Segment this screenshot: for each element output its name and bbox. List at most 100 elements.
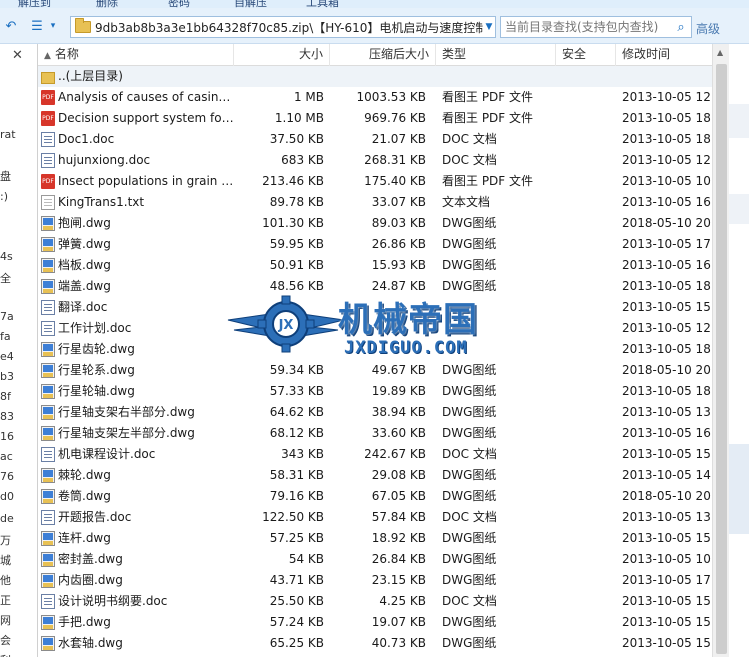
delete-button[interactable]: 删除 bbox=[96, 0, 118, 8]
view-list-icon[interactable]: ☰ bbox=[26, 16, 48, 36]
file-type: DOC 文档 bbox=[442, 153, 497, 167]
file-row[interactable]: 卷筒.dwg 79.16 KB 67.05 KB DWG图纸 2018-05-10 20… bbox=[38, 486, 712, 507]
file-security bbox=[556, 612, 616, 633]
search-input[interactable] bbox=[505, 20, 671, 34]
advanced-search-link[interactable]: 高级 bbox=[696, 20, 720, 37]
file-row[interactable]: 行星齿轮.dwg 2013-10-05 18: bbox=[38, 339, 712, 360]
file-row[interactable]: 弹簧.dwg 59.95 KB 26.86 KB DWG图纸 2013-10-05 17… bbox=[38, 234, 712, 255]
file-modified: 2013-10-05 18: bbox=[622, 342, 712, 356]
tree-item[interactable]: 城 bbox=[0, 552, 11, 568]
file-row[interactable]: Insect populations in grain r... 213.46 K… bbox=[38, 171, 712, 192]
file-row[interactable]: hujunxiong.doc 683 KB 268.31 KB DOC 文档 2013-… bbox=[38, 150, 712, 171]
folder-icon bbox=[75, 18, 91, 33]
column-header-security[interactable]: 安全 bbox=[556, 44, 616, 66]
file-row[interactable]: Decision support system for... 1.10 MB 969… bbox=[38, 108, 712, 129]
column-header-name[interactable]: ▲ 名称 bbox=[38, 44, 234, 66]
file-row[interactable]: 手把.dwg 57.24 KB 19.07 KB DWG图纸 2013-10-05 15… bbox=[38, 612, 712, 633]
tree-item[interactable]: 盘 bbox=[0, 168, 11, 184]
file-row[interactable]: 档板.dwg 50.91 KB 15.93 KB DWG图纸 2013-10-05 16… bbox=[38, 255, 712, 276]
tree-item[interactable]: 4s bbox=[0, 250, 13, 263]
tree-item[interactable]: 正 bbox=[0, 592, 11, 608]
close-icon[interactable]: ✕ bbox=[12, 48, 23, 63]
scrollbar-thumb[interactable] bbox=[716, 64, 727, 654]
tree-item[interactable]: 16 bbox=[0, 430, 14, 443]
file-row[interactable]: KingTrans1.txt 89.78 KB 33.07 KB 文本文档 2013-1… bbox=[38, 192, 712, 213]
file-row[interactable]: 行星轴支架右半部分.dwg 64.62 KB 38.94 KB DWG图纸 2013-1… bbox=[38, 402, 712, 423]
file-row[interactable]: 设计说明书纲要.doc 25.50 KB 4.25 KB DOC 文档 2013-10-… bbox=[38, 591, 712, 612]
file-size: 57.33 KB bbox=[269, 384, 324, 398]
tree-item[interactable]: de bbox=[0, 512, 14, 525]
file-size: 43.71 KB bbox=[269, 573, 324, 587]
file-row[interactable]: 翻译.doc 2013-10-05 15: bbox=[38, 297, 712, 318]
file-compressed-size: 38.94 KB bbox=[371, 405, 426, 419]
tree-item[interactable]: 全 bbox=[0, 270, 11, 286]
tree-item[interactable]: fa bbox=[0, 330, 11, 343]
file-row[interactable]: 连杆.dwg 57.25 KB 18.92 KB DWG图纸 2013-10-05 15… bbox=[38, 528, 712, 549]
file-security bbox=[556, 234, 616, 255]
tree-item[interactable]: e4 bbox=[0, 350, 14, 363]
file-row[interactable]: 抱闸.dwg 101.30 KB 89.03 KB DWG图纸 2018-05-10 2… bbox=[38, 213, 712, 234]
file-size: 58.31 KB bbox=[269, 468, 324, 482]
extract-to-button[interactable]: 解压到 bbox=[18, 0, 51, 8]
file-security bbox=[556, 255, 616, 276]
doc-file-icon bbox=[41, 153, 55, 168]
file-name: 密封盖.dwg bbox=[58, 552, 123, 566]
file-row[interactable]: 内齿圈.dwg 43.71 KB 23.15 KB DWG图纸 2013-10-05 1… bbox=[38, 570, 712, 591]
address-field[interactable]: 9db3ab8b3a3e1bb64328f70c85.zip\【HY-610】电… bbox=[70, 16, 496, 38]
column-header-row: ▲ 名称 大小 压缩后大小 类型 安全 修改时间 bbox=[38, 44, 712, 66]
file-row[interactable]: Doc1.doc 37.50 KB 21.07 KB DOC 文档 2013-10-05… bbox=[38, 129, 712, 150]
parent-directory-row[interactable]: ..(上层目录) bbox=[38, 66, 712, 87]
column-header-size[interactable]: 大小 bbox=[234, 44, 330, 66]
column-header-modified[interactable]: 修改时间 bbox=[616, 44, 712, 66]
column-header-compressed[interactable]: 压缩后大小 bbox=[330, 44, 436, 66]
file-modified: 2013-10-05 12: bbox=[622, 153, 712, 167]
tree-item[interactable]: 会 bbox=[0, 632, 11, 648]
tree-item[interactable]: 83 bbox=[0, 410, 14, 423]
tree-item[interactable]: rat bbox=[0, 128, 16, 141]
chevron-down-icon[interactable]: ▾ bbox=[46, 16, 60, 36]
file-compressed-size: 18.92 KB bbox=[371, 531, 426, 545]
file-row[interactable]: 工作计划.doc 2013-10-05 12: bbox=[38, 318, 712, 339]
file-security bbox=[556, 507, 616, 528]
tree-item[interactable]: 网 bbox=[0, 612, 11, 628]
file-security bbox=[556, 318, 616, 339]
file-row[interactable]: 行星轮轴.dwg 57.33 KB 19.89 KB DWG图纸 2013-10-05 … bbox=[38, 381, 712, 402]
file-name: Analysis of causes of casing... bbox=[58, 90, 234, 104]
column-header-type[interactable]: 类型 bbox=[436, 44, 556, 66]
scroll-up-icon[interactable]: ▲ bbox=[717, 48, 723, 57]
file-row[interactable]: 开题报告.doc 122.50 KB 57.84 KB DOC 文档 2013-10-0… bbox=[38, 507, 712, 528]
toolbox-button[interactable]: 工具箱 bbox=[306, 0, 339, 8]
tree-item[interactable]: d0 bbox=[0, 490, 14, 503]
tree-item[interactable]: :) bbox=[0, 190, 8, 203]
background-window-item bbox=[729, 104, 749, 138]
address-dropdown-icon[interactable]: ▼ bbox=[483, 22, 495, 32]
file-type: DWG图纸 bbox=[442, 615, 497, 629]
vertical-scrollbar[interactable]: ▲ bbox=[712, 44, 729, 657]
back-arrow-icon[interactable]: ↶ bbox=[0, 16, 22, 36]
search-field[interactable]: ⌕ bbox=[500, 16, 692, 38]
tree-item[interactable]: 万 bbox=[0, 532, 11, 548]
tree-item[interactable]: 8f bbox=[0, 390, 11, 403]
tree-item[interactable]: b3 bbox=[0, 370, 14, 383]
tree-item[interactable]: 7a bbox=[0, 310, 14, 323]
search-icon[interactable]: ⌕ bbox=[671, 20, 691, 35]
file-row[interactable]: 行星轮系.dwg 59.34 KB 49.67 KB DWG图纸 2018-05-10 … bbox=[38, 360, 712, 381]
file-row[interactable]: 水套轴.dwg 65.25 KB 40.73 KB DWG图纸 2013-10-05 1… bbox=[38, 633, 712, 654]
tree-item[interactable]: 他 bbox=[0, 572, 11, 588]
tree-item[interactable]: 利 bbox=[0, 652, 11, 657]
password-button[interactable]: 密码 bbox=[168, 0, 190, 8]
file-row[interactable]: 密封盖.dwg 54 KB 26.84 KB DWG图纸 2013-10-05 10: bbox=[38, 549, 712, 570]
tree-item[interactable]: ac bbox=[0, 450, 13, 463]
file-name: KingTrans1.txt bbox=[58, 195, 145, 209]
file-compressed-size: 19.07 KB bbox=[371, 615, 426, 629]
file-row[interactable]: 棘轮.dwg 58.31 KB 29.08 KB DWG图纸 2013-10-05 14… bbox=[38, 465, 712, 486]
file-compressed-size bbox=[330, 339, 432, 360]
file-compressed-size: 242.67 KB bbox=[364, 447, 426, 461]
file-row[interactable]: 端盖.dwg 48.56 KB 24.87 KB DWG图纸 2013-10-05 18… bbox=[38, 276, 712, 297]
file-row[interactable]: 机电课程设计.doc 343 KB 242.67 KB DOC 文档 2013-10-0… bbox=[38, 444, 712, 465]
self-extract-button[interactable]: 自解压 bbox=[234, 0, 267, 8]
tree-item[interactable]: 76 bbox=[0, 470, 14, 483]
file-row[interactable]: Analysis of causes of casing... 1 MB 1003.… bbox=[38, 87, 712, 108]
folder-icon bbox=[41, 71, 55, 84]
file-row[interactable]: 行星轴支架左半部分.dwg 68.12 KB 33.60 KB DWG图纸 2013-1… bbox=[38, 423, 712, 444]
